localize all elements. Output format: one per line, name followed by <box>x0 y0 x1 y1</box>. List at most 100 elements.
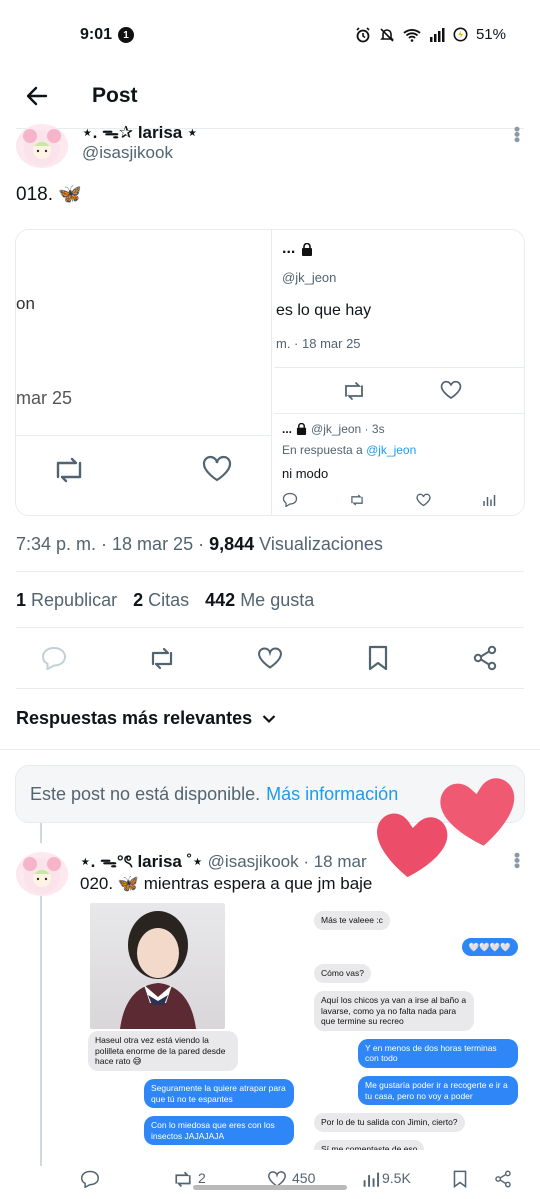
chat-message-row: Más te valeee :c <box>314 911 518 930</box>
thread-line <box>40 896 42 1166</box>
likes-label: Me gusta <box>240 590 315 610</box>
reply-like-count: 450 <box>292 1170 316 1186</box>
views-count: 9,844 <box>209 534 255 554</box>
more-info-link[interactable]: Más información <box>266 784 398 805</box>
replies-sort-dropdown[interactable]: Respuestas más relevantes <box>16 708 276 729</box>
media-screenshot-right[interactable]: ... @jk_jeon es lo que hay m. · 18 mar 2… <box>274 230 524 515</box>
chat-message-row: Cómo vas? <box>314 964 518 983</box>
reply-image-right[interactable]: Más te valeee :c 🤍🤍🤍🤍 Cómo vas? Aquí los ch… <box>306 903 524 1150</box>
media-screenshot-left[interactable]: on mar 25 <box>16 230 272 515</box>
notification-badge: 1 <box>118 27 134 43</box>
author-avatar[interactable] <box>16 124 68 168</box>
post-text: 018. 🦋 <box>16 184 82 205</box>
right-shot-reply-context: En respuesta a @jk_jeon <box>282 443 416 457</box>
chat-message-row: 🤍🤍🤍🤍 <box>314 937 518 957</box>
post-media[interactable]: on mar 25 ... @jk_jeon es lo que hay m. … <box>15 229 525 516</box>
received-message-bubble: Sí me comentaste de eso <box>314 1139 425 1150</box>
likes-stat[interactable]: 442 Me gusta <box>205 590 314 611</box>
chat-message-row: Por lo de tu salida con Jimin, cierto? <box>314 1113 518 1132</box>
reposts-label: Republicar <box>31 590 118 610</box>
right-shot-divider-1 <box>274 367 524 368</box>
signal-icon <box>429 27 445 42</box>
repost-button[interactable] <box>147 643 177 673</box>
reply-icon[interactable] <box>80 1170 100 1188</box>
sent-message-bubble: Y en menos de dos horas terminas con tod… <box>358 1038 518 1068</box>
reply-author-handle[interactable]: @isasjikook <box>208 852 299 871</box>
sent-message-bubble: Me gustaría poder ir a recogerte e ir a … <box>358 1076 518 1106</box>
post-meta: 7:34 p. m. · 18 mar 25 · 9,844 Visualiza… <box>16 534 383 555</box>
likes-count: 442 <box>205 590 236 610</box>
reply-more-options-icon[interactable]: ••• <box>506 852 527 868</box>
reply-to-handle: @jk_jeon <box>366 443 417 457</box>
reply-button[interactable] <box>39 643 69 673</box>
home-indicator[interactable] <box>193 1185 347 1190</box>
alarm-icon <box>356 26 370 42</box>
stats-divider <box>16 627 524 628</box>
repost-icon <box>56 457 82 483</box>
reply-date: · 18 mar <box>303 852 367 871</box>
author-name[interactable]: ⋆. ᯓ✰ larisa ⋆ <box>82 120 198 143</box>
right-shot-header: ... <box>282 240 313 258</box>
unavailable-text: Este post no está disponible. <box>30 783 261 804</box>
reply-icon <box>41 646 67 670</box>
heart-sticker-icon <box>440 778 515 846</box>
heart-outline-icon <box>257 647 283 669</box>
status-icons: 51% <box>355 26 506 43</box>
meta-divider <box>16 571 524 572</box>
right-shot-reply-header: ... @jk_jeon · 3s <box>282 422 385 436</box>
lock-icon <box>302 242 313 256</box>
right-shot-dots: ... <box>282 240 296 257</box>
chat-message-row: Aquí los chicos ya van a irse al baño a … <box>314 990 518 1031</box>
reply-author-name[interactable]: ⋆. ᯓ°ৎ larisa ˚⋆ <box>80 852 203 871</box>
battery-saver-icon <box>453 27 468 42</box>
chat-right-messages: Más te valeee :c 🤍🤍🤍🤍 Cómo vas? Aquí los ch… <box>306 911 524 1150</box>
bookmark-button[interactable] <box>363 643 393 673</box>
reposts-count: 1 <box>16 590 27 610</box>
received-message-bubble: Por lo de tu salida con Jimin, cierto? <box>314 1113 465 1132</box>
right-shot-text: es lo que hay <box>276 302 372 319</box>
share-button[interactable] <box>470 643 500 673</box>
replies-sort-label: Respuestas más relevantes <box>16 708 253 728</box>
post-actions <box>0 643 540 673</box>
more-options-icon[interactable]: ••• <box>506 126 527 142</box>
heart-outline-icon-small <box>440 380 462 400</box>
reply-repost-count: 2 <box>198 1170 206 1186</box>
received-message-bubble: Aquí los chicos ya van a irse al baño a … <box>314 990 474 1031</box>
heart-icon-xs <box>416 493 431 507</box>
bookmark-icon <box>368 645 388 671</box>
right-shot-reply-text: ni modo <box>282 466 329 481</box>
sent-message-bubble: 🤍🤍🤍🤍 <box>461 937 518 957</box>
views-icon[interactable] <box>362 1170 380 1188</box>
right-shot-date: m. · 18 mar 25 <box>276 336 361 351</box>
bookmark-icon[interactable] <box>452 1170 468 1188</box>
heart-sticker-icon-2 <box>377 813 448 878</box>
reply-avatar[interactable] <box>16 852 68 896</box>
share-icon[interactable] <box>494 1170 512 1188</box>
lock-icon-small <box>296 423 307 435</box>
status-time: 9:01 <box>80 26 113 43</box>
reply-text: 020. 🦋 mientras espera a que jm baje <box>80 874 373 893</box>
arrow-left-icon <box>26 86 48 106</box>
like-button[interactable] <box>255 643 285 673</box>
received-message-bubble: Más te valeee :c <box>314 911 390 930</box>
reply-image-left[interactable]: Haseul otra vez está viendo la polilleta… <box>80 903 300 1150</box>
back-button[interactable] <box>22 81 52 111</box>
views-icon-xs <box>483 495 496 506</box>
page-title: Post <box>92 84 138 107</box>
repost-icon[interactable] <box>172 1170 194 1188</box>
left-shot-divider <box>16 435 272 436</box>
post-stats: 1 Republicar 2 Citas 442 Me gusta <box>16 590 314 611</box>
reply-icon-small <box>282 492 298 507</box>
reposts-stat[interactable]: 1 Republicar <box>16 590 117 611</box>
quotes-stat[interactable]: 2 Citas <box>133 590 189 611</box>
views-label: Visualizaciones <box>259 534 383 554</box>
author-handle[interactable]: @isasjikook <box>82 143 173 163</box>
reply-views-count: 9.5K <box>382 1170 411 1186</box>
chat-message-row: Sí me comentaste de eso <box>314 1139 518 1150</box>
right-shot-reply-handle: @jk_jeon · 3s <box>311 422 385 436</box>
mute-bell-icon <box>380 27 394 42</box>
sort-divider <box>0 749 540 750</box>
chat-message-row: Haseul otra vez está viendo la polilleta… <box>88 1031 294 1071</box>
girl-photo <box>90 903 225 1029</box>
left-shot-text: on <box>16 294 35 313</box>
